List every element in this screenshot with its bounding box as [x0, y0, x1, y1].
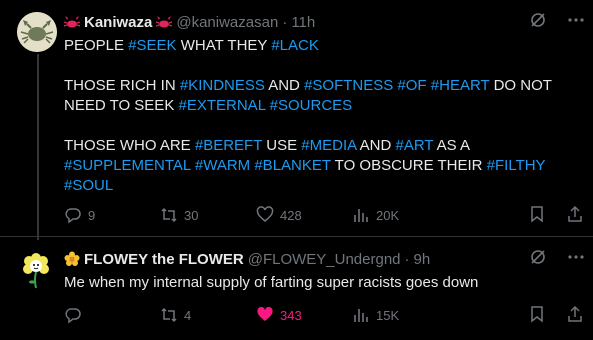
reply-icon [65, 308, 81, 324]
avatar-kaniwaza[interactable] [17, 12, 57, 52]
reply-count: 9 [88, 207, 96, 223]
text-segment: USE [262, 137, 302, 154]
repost-button[interactable]: 30 [160, 206, 256, 224]
reply-button[interactable]: 9 [64, 206, 160, 224]
like-icon [257, 306, 273, 321]
hashtag-link[interactable]: #BLANKET [254, 157, 330, 174]
like-count: 343 [280, 307, 302, 323]
user-handle[interactable]: @kaniwazasan [176, 14, 278, 31]
repost-icon [161, 207, 177, 223]
repost-count: 30 [184, 207, 199, 223]
repost-button[interactable]: 4 [160, 306, 256, 324]
text-segment: WHAT THEY [176, 37, 272, 54]
view-count: 15K [376, 307, 400, 323]
timestamp[interactable]: 11h [291, 14, 315, 31]
bookmark-icon[interactable] [528, 305, 546, 326]
hashtag-link[interactable]: #LACK [271, 37, 319, 54]
hashtag-link[interactable]: #EXTERNAL [179, 97, 266, 114]
hashtag-link[interactable]: #MEDIA [301, 137, 356, 154]
like-button[interactable]: 428 [256, 206, 352, 224]
separator-dot: · [404, 250, 410, 268]
views-button[interactable]: 15K [352, 306, 448, 324]
text-segment: AS A [433, 137, 470, 154]
hashtag-link[interactable]: #FILTHY [487, 157, 546, 174]
views-icon [354, 309, 368, 322]
crab-icon [156, 15, 173, 29]
text-segment: TO OBSCURE THEIR [330, 157, 487, 174]
tweet-text: Me when my internal supply of farting su… [64, 274, 479, 291]
like-button[interactable]: 343 [256, 306, 352, 324]
avatar-flowey[interactable] [16, 250, 56, 290]
bookmark-icon[interactable] [528, 205, 546, 226]
share-icon[interactable] [566, 305, 584, 326]
reply-icon [65, 208, 81, 224]
hashtag-link[interactable]: #SEEK [128, 37, 176, 54]
separator-dot: · [282, 13, 288, 31]
grok-icon[interactable] [529, 11, 547, 33]
hashtag-link[interactable]: #HEART [431, 77, 490, 94]
tweet-kaniwaza[interactable]: Kaniwaza @kaniwazasan · 11h PEOPLE #SEEK… [0, 0, 593, 240]
display-name[interactable]: Kaniwaza [84, 14, 152, 31]
action-bar: 9 30 428 20K [64, 205, 584, 225]
more-icon[interactable] [567, 11, 585, 33]
like-count: 428 [280, 207, 302, 223]
text-segment: AND [264, 77, 305, 94]
text-segment: AND [356, 137, 396, 154]
share-icon[interactable] [566, 205, 584, 226]
view-count: 20K [376, 207, 400, 223]
text-segment: PEOPLE [64, 37, 129, 54]
tweet-flowey[interactable]: FLOWEY the FLOWER @FLOWEY_Undergnd · 9h … [0, 236, 593, 340]
tweet-header: FLOWEY the FLOWER @FLOWEY_Undergnd · 9h [64, 249, 585, 269]
tweet-text: PEOPLE #SEEK WHAT THEY #LACK THOSE RICH I… [64, 36, 574, 196]
tweet-paragraph: THOSE WHO ARE #BEREFT USE #MEDIA AND #AR… [64, 136, 574, 196]
flower-icon [64, 251, 80, 267]
hashtag-link[interactable]: #SOURCES [270, 97, 353, 114]
repost-icon [161, 307, 177, 323]
tweet-paragraph: PEOPLE #SEEK WHAT THEY #LACK [64, 36, 574, 56]
hashtag-link[interactable]: #ART [396, 137, 434, 154]
timestamp[interactable]: 9h [414, 251, 431, 268]
crab-icon [64, 15, 80, 29]
text-segment: THOSE RICH IN [64, 77, 180, 94]
hashtag-link[interactable]: #OF [397, 77, 426, 94]
reply-button[interactable] [64, 306, 160, 324]
repost-count: 4 [184, 307, 192, 323]
text-segment: THOSE WHO ARE [64, 137, 195, 154]
hashtag-link[interactable]: #SOUL [64, 177, 113, 194]
like-icon [256, 206, 274, 222]
thread-line [37, 54, 39, 240]
grok-icon[interactable] [529, 248, 547, 270]
hashtag-link[interactable]: #SUPPLEMENTAL [64, 157, 191, 174]
display-name[interactable]: FLOWEY the FLOWER [84, 251, 244, 268]
tweet-paragraph: THOSE RICH IN #KINDNESS AND #SOFTNESS #O… [64, 76, 574, 116]
hashtag-link[interactable]: #BEREFT [195, 137, 262, 154]
action-bar: 4 343 15K [64, 305, 584, 325]
views-icon [354, 209, 368, 222]
tweet-header: Kaniwaza @kaniwazasan · 11h [64, 12, 585, 32]
views-button[interactable]: 20K [352, 206, 448, 224]
hashtag-link[interactable]: #WARM [195, 157, 250, 174]
more-icon[interactable] [567, 248, 585, 270]
hashtag-link[interactable]: #KINDNESS [180, 77, 265, 94]
user-handle[interactable]: @FLOWEY_Undergnd [248, 251, 401, 268]
hashtag-link[interactable]: #SOFTNESS [304, 77, 393, 94]
